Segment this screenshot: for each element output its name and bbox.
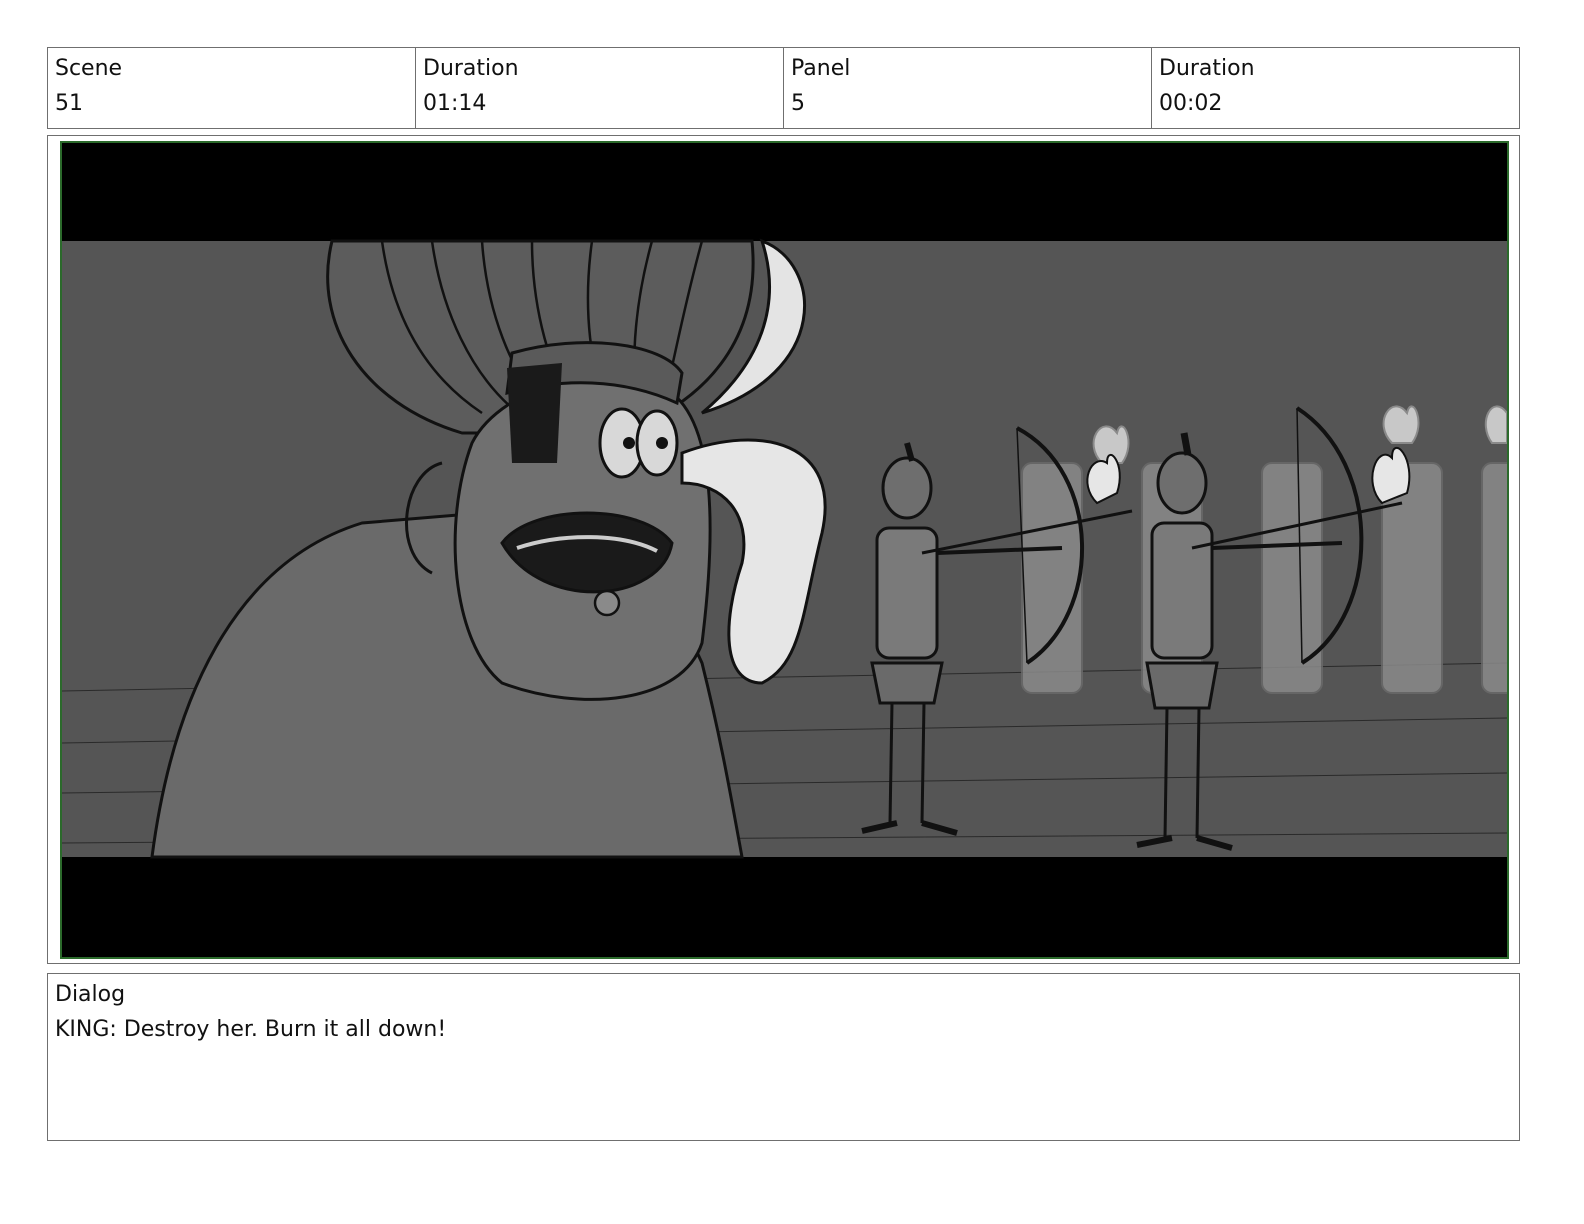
scene-cell: Scene 51 [48,48,416,128]
dialog-box: Dialog KING: Destroy her. Burn it all do… [47,973,1520,1141]
storyboard-panel-image [60,141,1509,959]
top-letterbox [62,143,1507,241]
panel-cell: Panel 5 [784,48,1152,128]
storyboard-sketch [62,143,1507,957]
dialog-label: Dialog [55,982,126,1007]
panel-label: Panel [791,56,851,81]
scene-value: 51 [55,91,83,116]
panel-duration-label: Duration [1159,56,1255,81]
scene-duration-label: Duration [423,56,519,81]
scene-label: Scene [55,56,123,81]
scene-duration-cell: Duration 01:14 [416,48,784,128]
dialog-text: KING: Destroy her. Burn it all down! [55,1017,447,1042]
panel-duration-cell: Duration 00:02 [1152,48,1519,128]
panel-value: 5 [791,91,805,116]
bottom-letterbox [62,857,1507,957]
panel-duration-value: 00:02 [1159,91,1223,116]
scene-duration-value: 01:14 [423,91,487,116]
panel-info-header: Scene 51 Duration 01:14 Panel 5 Duration… [47,47,1520,129]
